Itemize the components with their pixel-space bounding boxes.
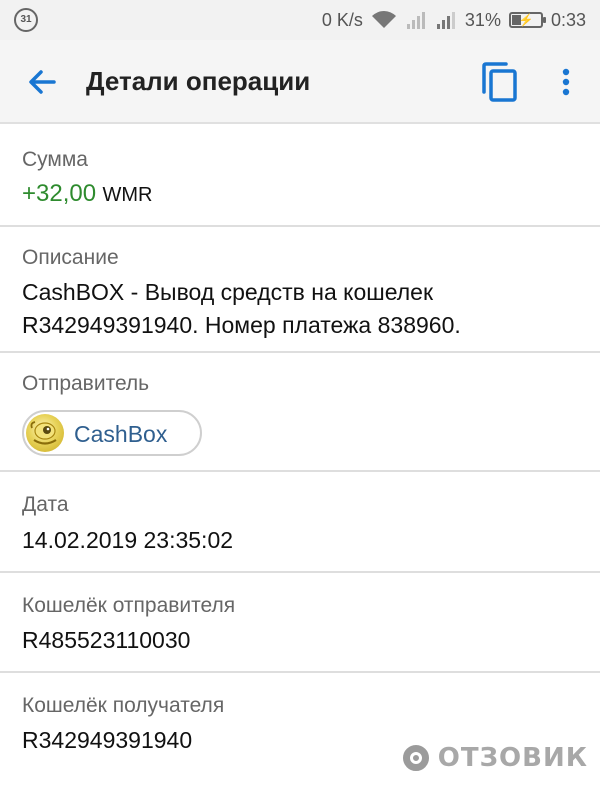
copy-icon xyxy=(482,62,517,102)
sender-chip[interactable]: CashBox xyxy=(22,410,202,456)
recipient-wallet-value: R342949391940 xyxy=(22,727,193,753)
signal-icon xyxy=(405,10,427,30)
date-section: Дата 14.02.2019 23:35:02 xyxy=(0,472,600,573)
sender-name: CashBox xyxy=(74,421,168,447)
battery-percent: 31% xyxy=(464,9,501,30)
description-section: Описание CashBOX - Вывод средств на коше… xyxy=(0,227,600,353)
watermark-text: ОТЗОВИК xyxy=(437,743,588,773)
date-value: 14.02.2019 23:35:02 xyxy=(22,527,234,553)
signal-icon xyxy=(435,10,457,30)
calendar-badge: 31 xyxy=(14,8,38,32)
app-bar: Детали операции xyxy=(0,40,600,124)
date-label: Дата xyxy=(22,493,69,516)
description-line-1: CashBOX - Вывод средств на кошелек xyxy=(22,279,434,305)
amount-value: +32,00 xyxy=(22,180,97,207)
status-bar: 31 0 K/s 31% ⚡ 0:33 xyxy=(0,0,600,40)
amount-value-row: +32,00 WMR xyxy=(22,180,152,208)
status-bar-indicators: 0 K/s 31% ⚡ 0:33 xyxy=(322,0,586,40)
cashbox-logo-icon xyxy=(26,414,64,452)
description-label: Описание xyxy=(22,246,119,269)
amount-section: Сумма +32,00 WMR xyxy=(0,124,600,227)
sender-wallet-section: Кошелёк отправителя R485523110030 xyxy=(0,573,600,673)
calendar-icon: 31 xyxy=(14,8,38,32)
amount-currency: WMR xyxy=(102,184,153,206)
clock: 0:33 xyxy=(550,9,586,30)
otzovik-logo-icon xyxy=(399,742,432,774)
arrow-left-icon xyxy=(29,70,56,94)
sender-wallet-value: R485523110030 xyxy=(22,627,191,653)
more-vert-icon xyxy=(562,68,570,96)
more-options-button[interactable] xyxy=(554,64,578,100)
battery-charging-icon: ⚡ xyxy=(508,12,546,28)
description-line-2: R342949391940. Номер платежа 838960. xyxy=(22,312,461,338)
copy-button[interactable] xyxy=(478,60,520,104)
wifi-icon xyxy=(371,10,397,30)
sender-section: Отправитель CashBox xyxy=(0,353,600,472)
sender-wallet-label: Кошелёк отправителя xyxy=(22,594,236,617)
network-speed: 0 K/s xyxy=(321,9,363,30)
sender-label: Отправитель xyxy=(22,372,150,395)
amount-label: Сумма xyxy=(22,148,88,171)
back-button[interactable] xyxy=(24,64,60,100)
watermark: ОТЗОВИК xyxy=(399,737,588,779)
recipient-wallet-label: Кошелёк получателя xyxy=(22,694,225,717)
page-title: Детали операции xyxy=(86,66,311,96)
